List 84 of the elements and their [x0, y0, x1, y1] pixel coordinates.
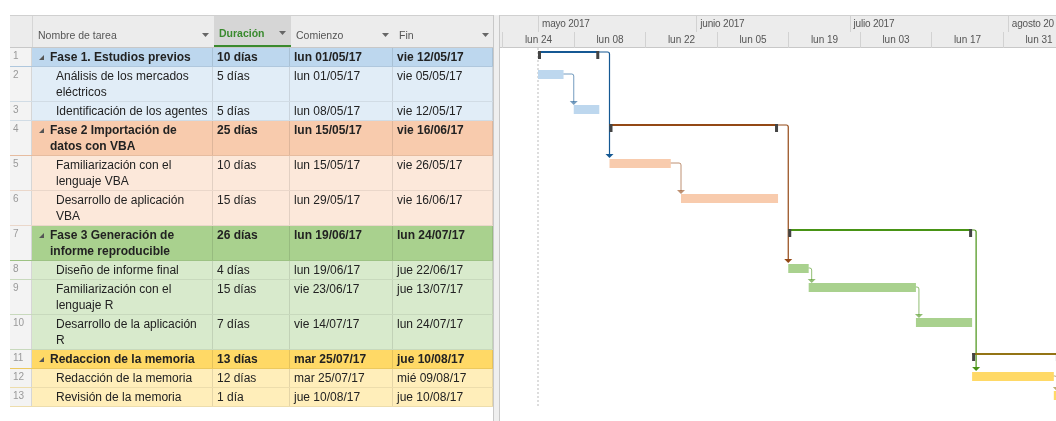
summary-bar[interactable] — [609, 124, 779, 132]
start-date-cell: lun 15/05/17 — [290, 121, 393, 155]
start-date-cell: lun 15/05/17 — [290, 156, 393, 190]
dependency-arrow — [1052, 375, 1056, 391]
row-number: 13 — [10, 388, 32, 406]
month-label: junio 2017 — [696, 16, 850, 32]
row-number: 1 — [10, 48, 32, 66]
start-date-cell: mar 25/07/17 — [290, 369, 393, 387]
duration-cell: 1 día — [213, 388, 290, 406]
task-name: Desarrollo de la aplicación R — [55, 316, 198, 348]
month-label: julio 2017 — [849, 16, 1008, 32]
row-number: 9 — [10, 280, 32, 314]
collapse-triangle-icon[interactable] — [38, 356, 45, 363]
duration-cell: 10 días — [213, 48, 290, 66]
duration-cell: 5 días — [213, 67, 290, 101]
dependency-arrow — [563, 73, 578, 105]
dependency-arrow — [914, 286, 923, 318]
start-date-cell: lun 19/06/17 — [290, 226, 393, 260]
summary-bar[interactable] — [788, 229, 973, 237]
duration-cell: 25 días — [213, 121, 290, 155]
collapse-triangle-icon[interactable] — [38, 54, 45, 61]
start-date-cell: lun 29/05/17 — [290, 191, 393, 225]
task-name: Revisión de la memoria — [55, 389, 182, 405]
start-date-cell: lun 01/05/17 — [290, 67, 393, 101]
row-number: 11 — [10, 350, 32, 368]
start-date-cell: vie 23/06/17 — [290, 280, 393, 314]
task-name: Familiarización con el lenguaje VBA — [55, 157, 173, 189]
duration-cell: 13 días — [213, 350, 290, 368]
task-name: Diseño de informe final — [55, 262, 179, 278]
dependency-arrow — [807, 267, 816, 283]
row-number: 5 — [10, 156, 32, 190]
start-date-cell: mar 25/07/17 — [290, 350, 393, 368]
month-label: mayo 2017 — [538, 16, 697, 32]
row-number: 10 — [10, 315, 32, 349]
week-label: lun 24 — [502, 32, 574, 48]
row-number: 6 — [10, 191, 32, 225]
task-name: Análisis de los mercados eléctricos — [55, 68, 190, 100]
week-label: lun 17 — [931, 32, 1003, 48]
row-number: 8 — [10, 261, 32, 279]
task-name: Identificación de los agentes — [55, 103, 208, 119]
collapse-triangle-icon[interactable] — [38, 127, 45, 134]
column-header[interactable]: Comienzo — [291, 16, 394, 47]
summary-bar[interactable] — [538, 51, 600, 59]
duration-cell: 12 días — [213, 369, 290, 387]
duration-cell: 4 días — [213, 261, 290, 279]
task-name: Fase 3 Generación de informe reproducible — [50, 227, 176, 259]
duration-cell: 5 días — [213, 102, 290, 120]
row-number: 2 — [10, 67, 32, 101]
duration-cell: 26 días — [213, 226, 290, 260]
task-name: Redacción de la memoria — [55, 370, 193, 386]
start-date-cell: lun 08/05/17 — [290, 102, 393, 120]
dropdown-arrow-icon[interactable] — [482, 33, 489, 38]
task-name: Redaccion de la memoria — [50, 351, 195, 367]
collapse-triangle-icon[interactable] — [38, 232, 45, 239]
start-date-cell: lun 01/05/17 — [290, 48, 393, 66]
week-label: lun 22 — [645, 32, 717, 48]
row-number: 3 — [10, 102, 32, 120]
task-name: Fase 2 Importación de datos con VBA — [50, 122, 178, 154]
duration-cell: 7 días — [213, 315, 290, 349]
start-date-cell: lun 19/06/17 — [290, 261, 393, 279]
duration-cell: 15 días — [213, 280, 290, 314]
row-number: 4 — [10, 121, 32, 155]
row-number: 12 — [10, 369, 32, 387]
dropdown-arrow-icon[interactable] — [202, 33, 209, 38]
duration-cell: 15 días — [213, 191, 290, 225]
week-label: lun 05 — [716, 32, 789, 48]
start-date-cell: jue 10/08/17 — [290, 388, 393, 406]
task-name: Desarrollo de aplicación VBA — [55, 192, 186, 224]
column-header[interactable]: Fin — [394, 16, 494, 47]
start-date-cell: vie 14/07/17 — [290, 315, 393, 349]
dropdown-arrow-icon[interactable] — [382, 33, 389, 38]
task-name: Familiarización con el lenguaje R — [55, 281, 173, 313]
column-header[interactable]: Nombre de tarea — [33, 16, 214, 47]
week-label: lun 31 — [1002, 32, 1056, 48]
task-name: Fase 1. Estudios previos — [50, 49, 191, 65]
week-label: lun 08 — [573, 32, 646, 48]
dropdown-arrow-icon[interactable] — [279, 31, 286, 36]
dependency-arrow — [670, 162, 685, 194]
duration-cell: 10 días — [213, 156, 290, 190]
week-label: lun 03 — [859, 32, 932, 48]
month-label: agosto 20 — [1007, 16, 1056, 32]
row-number: 7 — [10, 226, 32, 260]
summary-bar[interactable] — [972, 353, 1056, 361]
week-label: lun 19 — [788, 32, 860, 48]
